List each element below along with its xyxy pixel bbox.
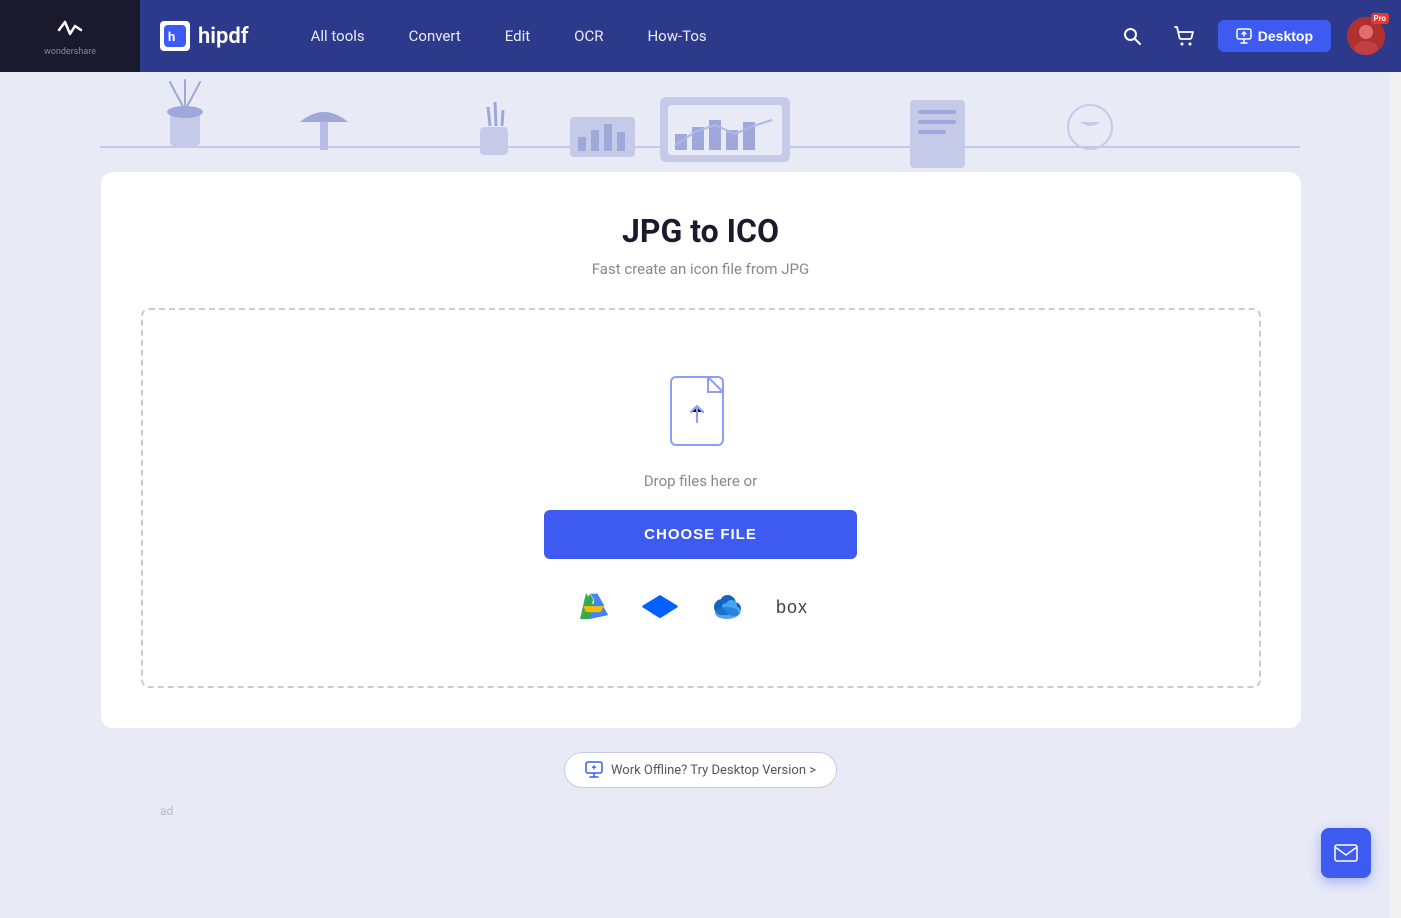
- upload-icon-container: [666, 372, 736, 452]
- ad-label: ad: [160, 804, 1321, 818]
- hipdf-brand[interactable]: h hipdf: [160, 21, 249, 51]
- navbar: wondershare h hipdf All tools Convert Ed…: [0, 0, 1401, 72]
- box-icon: box: [776, 596, 824, 618]
- offline-pill[interactable]: Work Offline? Try Desktop Version >: [564, 752, 837, 788]
- page-title: JPG to ICO: [141, 212, 1261, 250]
- dropbox-button[interactable]: [642, 589, 678, 625]
- hero-svg: [0, 72, 1401, 172]
- nav-edit[interactable]: Edit: [483, 0, 552, 72]
- desktop-icon: [1236, 28, 1252, 44]
- nav-convert[interactable]: Convert: [387, 0, 483, 72]
- wondershare-brand[interactable]: wondershare: [0, 0, 140, 72]
- wondershare-label: wondershare: [44, 47, 96, 57]
- desktop-button[interactable]: Desktop: [1218, 20, 1331, 52]
- offline-banner: Work Offline? Try Desktop Version >: [80, 752, 1321, 788]
- nav-all-tools[interactable]: All tools: [289, 0, 387, 72]
- nav-how-tos[interactable]: How-Tos: [625, 0, 728, 72]
- hipdf-name: hipdf: [198, 24, 249, 49]
- user-avatar-wrapper[interactable]: Pro: [1347, 17, 1385, 55]
- email-fab[interactable]: [1321, 828, 1371, 878]
- google-drive-icon: [578, 589, 614, 625]
- dropzone[interactable]: Drop files here or CHOOSE FILE: [141, 308, 1261, 688]
- nav-ocr[interactable]: OCR: [552, 0, 625, 72]
- email-icon: [1334, 844, 1358, 862]
- desktop-offline-icon: [585, 761, 603, 779]
- upload-file-icon: [666, 372, 736, 452]
- drop-text: Drop files here or: [644, 472, 757, 490]
- converter-card: JPG to ICO Fast create an icon file from…: [101, 172, 1301, 728]
- main-content: JPG to ICO Fast create an icon file from…: [0, 172, 1401, 858]
- onedrive-button[interactable]: [706, 593, 748, 621]
- dropbox-icon: [642, 589, 678, 625]
- offline-text: Work Offline? Try Desktop Version >: [611, 763, 816, 778]
- wondershare-logo-icon: [51, 16, 89, 44]
- box-button[interactable]: box: [776, 596, 824, 618]
- search-icon: [1122, 26, 1142, 46]
- page-subtitle: Fast create an icon file from JPG: [141, 260, 1261, 278]
- nav-links: All tools Convert Edit OCR How-Tos: [289, 0, 1114, 72]
- google-drive-button[interactable]: [578, 589, 614, 625]
- svg-text:h: h: [168, 30, 175, 45]
- hero-illustration: [0, 72, 1401, 172]
- svg-text:box: box: [776, 597, 808, 617]
- onedrive-icon: [706, 593, 748, 621]
- scrollbar-track[interactable]: [1389, 0, 1401, 918]
- cart-button[interactable]: [1166, 18, 1202, 54]
- cart-icon: [1173, 25, 1195, 47]
- desktop-btn-label: Desktop: [1258, 28, 1313, 44]
- pro-badge: Pro: [1371, 13, 1389, 24]
- hipdf-icon: h: [160, 21, 190, 51]
- cloud-service-icons: box: [578, 589, 824, 625]
- choose-file-button[interactable]: CHOOSE FILE: [544, 510, 857, 559]
- search-button[interactable]: [1114, 18, 1150, 54]
- nav-actions: Desktop Pro: [1114, 17, 1385, 55]
